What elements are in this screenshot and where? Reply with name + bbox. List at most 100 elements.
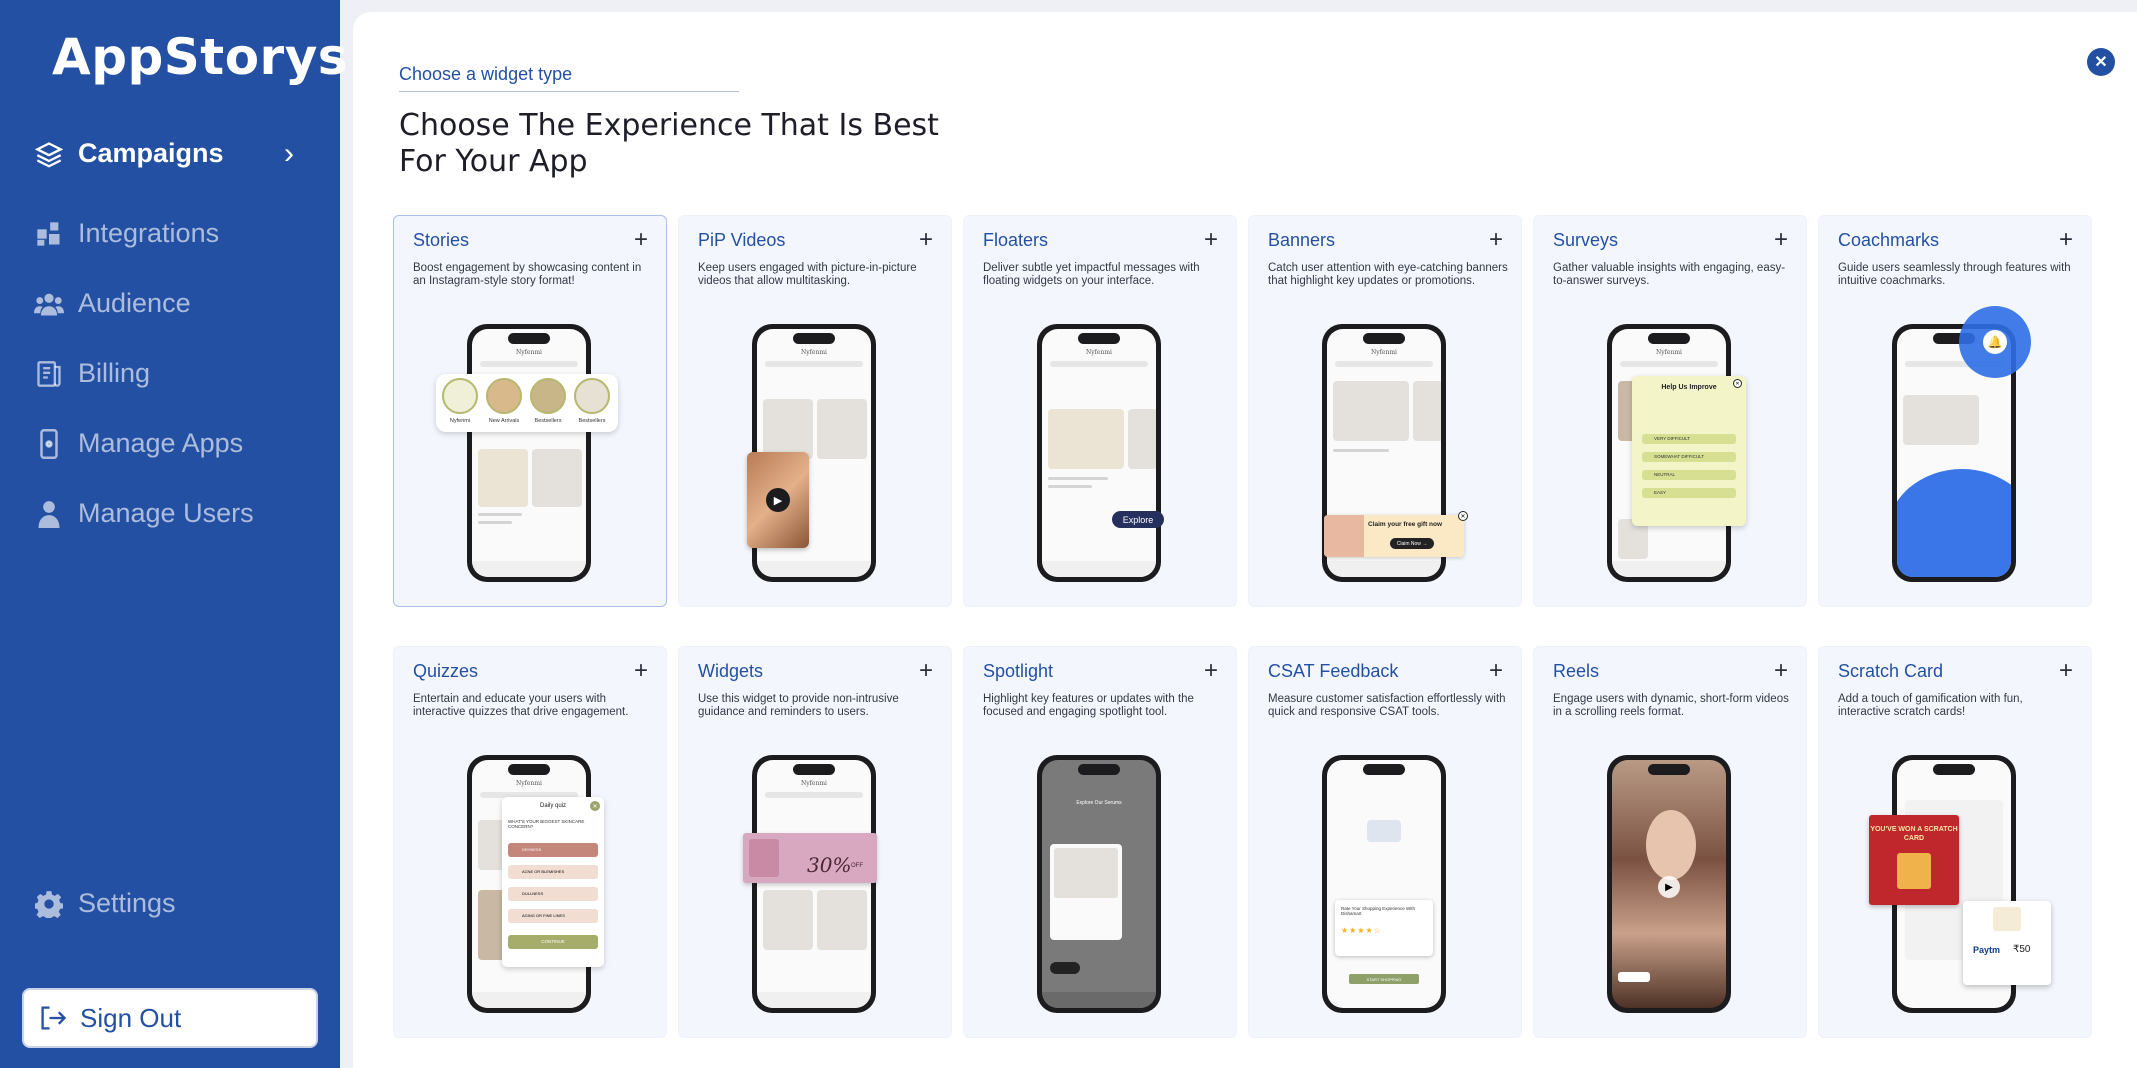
close-button[interactable]: ✕ [2087,48,2115,76]
widget-card-reels[interactable]: Reels + Engage users with dynamic, short… [1533,646,1807,1038]
card-description: Highlight key features or updates with t… [983,693,1194,718]
plus-icon[interactable]: + [2059,657,2073,685]
plus-icon[interactable]: + [1489,226,1503,254]
sidebar-item-label: Settings [78,888,176,918]
plus-icon[interactable]: + [919,657,933,685]
banner-cta: Claim Now → [1390,538,1434,549]
card-description: Gather valuable insights with engaging, … [1553,262,1786,287]
sidebar: AppStorys Campaigns › Integrations Audie… [0,0,348,1068]
widget-card-csat-feedback[interactable]: CSAT Feedback + Measure customer satisfa… [1248,646,1522,1038]
story-circle [530,378,566,414]
widget-card-pip-videos[interactable]: PiP Videos + Keep users engaged with pic… [678,215,952,607]
bell-icon: 🔔 [1983,330,2007,354]
widget-off: OFF [851,863,863,869]
plus-icon[interactable]: + [1489,657,1503,685]
card-description: Catch user attention with eye-catching b… [1268,262,1508,287]
card-description: Measure customer satisfaction effortless… [1268,693,1506,718]
plus-icon[interactable]: + [1204,226,1218,254]
card-title: Stories [413,230,470,250]
card-title: Spotlight [983,661,1054,681]
card-description: Add a touch of gamification with fun, in… [1838,693,2023,718]
phone-mockup: Rate Your Shopping Experience With Disha… [1322,755,1446,1013]
phone-mockup: Nyfenmi [752,755,876,1013]
card-description: Boost engagement by showcasing content i… [413,262,642,287]
plus-icon[interactable]: + [1774,226,1788,254]
main-panel: Choose a widget type Choose The Experien… [353,12,2137,1068]
play-icon: ▶ [766,488,790,512]
story-label: Bestsellers [578,418,606,424]
widget-card-spotlight[interactable]: Spotlight + Highlight key features or up… [963,646,1237,1038]
reward-card: Paytm ₹50 [1963,901,2051,985]
widget-card-floaters[interactable]: Floaters + Deliver subtle yet impactful … [963,215,1237,607]
widget-card-surveys[interactable]: Surveys + Gather valuable insights with … [1533,215,1807,607]
widget-offer: 30% [807,853,852,877]
widget-card-stories[interactable]: Stories + Boost engagement by showcasing… [393,215,667,607]
plus-icon[interactable]: + [634,657,648,685]
user-icon [34,499,64,529]
quiz-option: DULLNESS [508,887,598,901]
reward-brand: Paytm [1973,945,2001,955]
plus-icon[interactable]: + [919,226,933,254]
plus-icon[interactable]: + [1774,657,1788,685]
widget-card-coachmarks[interactable]: Coachmarks + Guide users seamlessly thro… [1818,215,2092,607]
card-description: Entertain and educate your users with in… [413,693,629,718]
widget-card-scratch-card[interactable]: Scratch Card + Add a touch of gamificati… [1818,646,2092,1038]
sidebar-item-integrations[interactable]: Integrations [34,218,219,249]
sidebar-item-audience[interactable]: Audience [34,288,191,319]
plus-icon[interactable]: + [2059,226,2073,254]
survey-popup: Help Us Improve ✕ VERY DIFFICULT SOMEWHA… [1632,376,1746,526]
stories-strip: Nyfenmi New Arrivals Bestsellers Bestsel… [436,374,618,432]
gear-icon [34,889,64,919]
banner-overlay: Claim your free gift now Claim Now → ✕ [1324,511,1468,557]
sign-out-button[interactable]: Sign Out [22,988,318,1048]
cart-icon [1367,820,1401,842]
plus-icon[interactable]: + [1204,657,1218,685]
card-description: Engage users with dynamic, short-form vi… [1553,693,1789,718]
sidebar-item-settings[interactable]: Settings [34,888,176,919]
spotlight-text: Explore Our Serums [1076,800,1122,806]
star-rating-icon: ★★★★☆ [1341,926,1382,935]
phone-mockup: Nyfenmi [1037,324,1161,582]
widget-card-banners[interactable]: Banners + Catch user attention with eye-… [1248,215,1522,607]
sidebar-item-manage-users[interactable]: Manage Users [34,498,254,529]
widget-card-quizzes[interactable]: Quizzes + Entertain and educate your use… [393,646,667,1038]
story-label: New Arrivals [488,418,520,424]
card-title: Surveys [1553,230,1619,250]
scratch-card: YOU'VE WON A SCRATCH CARD [1869,815,1959,905]
plus-icon[interactable]: + [634,226,648,254]
quiz-option: ACNE OR BLEMISHES [508,865,598,879]
chevron-right-icon: › [284,136,294,170]
close-icon: ✕ [1733,379,1742,388]
close-icon: ✕ [590,801,600,811]
sidebar-item-billing[interactable]: Billing [34,358,150,389]
story-circle [574,378,610,414]
breadcrumb[interactable]: Choose a widget type [399,64,739,92]
story-label: Nyfenmi [449,418,471,424]
phone-mockup: ▶ [1607,755,1731,1013]
card-title: Floaters [983,230,1049,250]
survey-option: EASY [1642,488,1736,498]
mock-brand: Nyfenmi [516,780,542,787]
survey-option: SOMEWHAT DIFFICULT [1642,452,1736,462]
widget-card-widgets[interactable]: Widgets + Use this widget to provide non… [678,646,952,1038]
card-description: Deliver subtle yet impactful messages wi… [983,262,1200,287]
shop-now-chip [1618,972,1650,982]
puzzle-icon [34,219,64,249]
widget-banner: 30% OFF [743,833,877,883]
survey-title: Help Us Improve [1661,384,1717,391]
close-icon: ✕ [2094,54,2108,71]
gift-icon [1993,907,2021,931]
sidebar-item-label: Billing [78,358,151,388]
mock-brand: Nyfenmi [1086,349,1112,356]
phone-mockup: Explore Our Serums [1037,755,1161,1013]
story-label: Bestsellers [534,418,562,424]
story-circle [442,378,478,414]
pip-video: ▶ [747,452,809,548]
sidebar-item-campaigns[interactable]: Campaigns › [34,137,294,170]
phone-mockup: Nyfenmi [467,324,591,582]
card-title: Reels [1553,661,1600,681]
coachmark-spotlight: 🔔 [1959,306,2031,378]
mock-brand: Nyfenmi [801,349,827,356]
quiz-option: AGING OR FINE LINES [508,909,598,923]
sidebar-item-manage-apps[interactable]: Manage Apps [34,428,243,459]
